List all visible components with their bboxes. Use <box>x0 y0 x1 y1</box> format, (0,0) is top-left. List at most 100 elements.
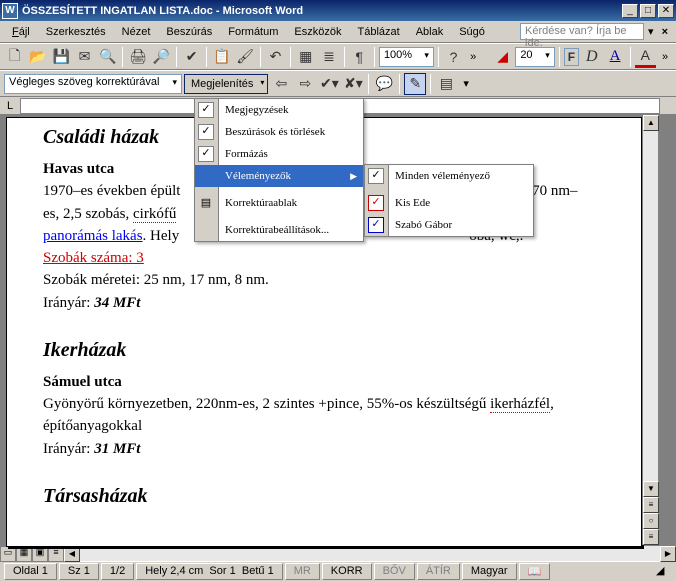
status-page: Oldal 1 <box>4 563 57 580</box>
body-line: Szobák méretei: 25 nm, 17 nm, 8 nm. <box>43 270 625 290</box>
menu-file[interactable]: Fájl <box>4 24 38 40</box>
menu-bar: Fájl Szerkesztés Nézet Beszúrás Formátum… <box>0 21 676 43</box>
minimize-button[interactable]: _ <box>622 4 638 18</box>
toolbar1b-chevron-icon[interactable]: » <box>658 51 672 63</box>
body-line: Irányár: 31 MFt <box>43 439 625 459</box>
undo-icon[interactable]: ↶ <box>265 46 286 68</box>
toolbar1-chevron-icon[interactable]: » <box>466 51 480 63</box>
underline-button[interactable]: A <box>604 46 625 68</box>
status-book-icon[interactable]: 📖 <box>519 563 551 580</box>
ask-help-input[interactable]: Kérdése van? Írja be ide. <box>520 23 644 40</box>
menu-view[interactable]: Nézet <box>114 24 159 40</box>
reviewing-toolbar: Végleges szöveg korrektúrával Megjelenít… <box>0 70 676 97</box>
checkmark-icon: ✓ <box>368 217 384 233</box>
prev-page-icon[interactable]: ≡ <box>643 497 659 513</box>
zoom-dropdown[interactable]: 100% <box>379 47 434 67</box>
reject-change-icon[interactable]: ✘▾ <box>342 73 364 95</box>
menu-separator <box>223 189 359 190</box>
font-color-button[interactable]: A <box>635 46 656 68</box>
menu-edit[interactable]: Szerkesztés <box>38 24 114 40</box>
font-color-swatch-icon[interactable]: ◢ <box>492 46 513 68</box>
menu-item-comments[interactable]: ✓ Megjegyzések <box>195 99 363 121</box>
status-korr[interactable]: KORR <box>322 563 372 580</box>
menu-insert[interactable]: Beszúrás <box>158 24 220 40</box>
reviewer-all[interactable]: ✓ Minden véleményező <box>365 165 533 187</box>
print-view-icon[interactable]: ▣ <box>32 546 48 562</box>
reviewers-submenu: ✓ Minden véleményező ✓ Kis Ede ✓ Szabó G… <box>364 164 534 237</box>
vertical-scrollbar[interactable]: ▲ ▼ ≡ ○ ≡ <box>642 115 658 545</box>
status-mr[interactable]: MR <box>285 563 320 580</box>
show-markup-dropdown[interactable]: Megjelenítés <box>184 74 268 94</box>
open-icon[interactable]: 📂 <box>27 46 48 68</box>
prev-change-icon[interactable]: ⇦ <box>270 73 292 95</box>
menu-item-formatting[interactable]: ✓ Formázás <box>195 143 363 165</box>
search-icon[interactable]: 🔍 <box>97 46 118 68</box>
menu-table[interactable]: Táblázat <box>349 24 407 40</box>
body-line: Irányár: 34 MFt <box>43 293 625 313</box>
reviewer-szabo-gabor[interactable]: ✓ Szabó Gábor <box>365 214 533 236</box>
window-title: ÖSSZESÍTETT INGATLAN LISTA.doc - Microso… <box>22 5 620 17</box>
menu-format[interactable]: Formátum <box>220 24 286 40</box>
scroll-left-icon[interactable]: ◀ <box>64 546 80 562</box>
menu-item-reviewing-pane[interactable]: ▤ Korrektúraablak <box>195 192 363 214</box>
body-line: építőanyagokkal <box>43 416 625 436</box>
bold-button[interactable]: F <box>564 48 579 66</box>
resize-grip-icon[interactable]: ◢ <box>656 564 672 580</box>
scroll-up-icon[interactable]: ▲ <box>643 115 659 131</box>
fontsize-dropdown[interactable]: 20 <box>515 47 554 67</box>
accept-change-icon[interactable]: ✔▾ <box>318 73 340 95</box>
reviewing-pane-icon[interactable]: ▤ <box>435 73 457 95</box>
doc-close-button[interactable]: × <box>658 26 672 38</box>
menu-chevron-icon[interactable]: ▾ <box>644 25 658 38</box>
status-bov[interactable]: BŐV <box>374 563 415 580</box>
next-page-icon[interactable]: ≡ <box>643 529 659 545</box>
window-titlebar: W ÖSSZESÍTETT INGATLAN LISTA.doc - Micro… <box>0 0 676 21</box>
heading-twin: Ikerházak <box>43 339 625 362</box>
spellcheck-icon[interactable]: ✔ <box>181 46 202 68</box>
menu-window[interactable]: Ablak <box>408 24 452 40</box>
columns-icon[interactable]: ≣ <box>318 46 339 68</box>
save-icon[interactable]: 💾 <box>51 46 72 68</box>
menu-item-reviewers[interactable]: Véleményezők ▶ <box>195 165 363 187</box>
menu-item-insertions[interactable]: ✓ Beszúrások és törlések <box>195 121 363 143</box>
new-doc-icon[interactable]: 🗋 <box>4 46 25 68</box>
format-painter-icon[interactable]: 🖌 <box>235 46 256 68</box>
insert-table-icon[interactable]: ▦ <box>295 46 316 68</box>
web-view-icon[interactable]: ▦ <box>16 546 32 562</box>
heading-apartments: Társasházak <box>43 485 625 508</box>
menu-help[interactable]: Súgó <box>451 24 493 40</box>
track-changes-icon[interactable]: ✎ <box>404 73 426 95</box>
scroll-down-icon[interactable]: ▼ <box>643 481 659 497</box>
print-icon[interactable]: 🖨 <box>127 46 148 68</box>
horizontal-scrollbar[interactable]: ▭ ▦ ▣ ≡ ◀ ▶ <box>0 545 676 561</box>
menu-tools[interactable]: Eszközök <box>286 24 349 40</box>
toolbar2-chevron-icon[interactable]: ▾ <box>459 77 473 90</box>
view-switcher: ▭ ▦ ▣ ≡ <box>0 546 64 561</box>
menu-separator <box>223 216 359 217</box>
status-atir[interactable]: ÁTÍR <box>417 563 460 580</box>
show-markup-menu: ✓ Megjegyzések ✓ Beszúrások és törlések … <box>194 98 364 242</box>
display-mode-dropdown[interactable]: Végleges szöveg korrektúrával <box>4 74 182 94</box>
menu-item-options[interactable]: Korrektúrabeállítások... <box>195 219 363 241</box>
browse-object-icon[interactable]: ○ <box>643 513 659 529</box>
status-section: Sz 1 <box>59 563 99 580</box>
scroll-right-icon[interactable]: ▶ <box>660 546 676 562</box>
status-pages: 1/2 <box>101 563 134 580</box>
new-comment-icon[interactable]: 💬 <box>373 73 395 95</box>
tab-selector-icon[interactable]: L <box>0 100 20 112</box>
mail-icon[interactable]: ✉ <box>74 46 95 68</box>
outline-view-icon[interactable]: ≡ <box>48 546 64 562</box>
next-change-icon[interactable]: ⇨ <box>294 73 316 95</box>
paragraph-icon[interactable]: ¶ <box>349 46 370 68</box>
close-button[interactable]: ✕ <box>658 4 674 18</box>
preview-icon[interactable]: 🔎 <box>151 46 172 68</box>
status-language[interactable]: Magyar <box>462 563 517 580</box>
help-icon[interactable]: ? <box>443 46 464 68</box>
normal-view-icon[interactable]: ▭ <box>0 546 16 562</box>
maximize-button[interactable]: □ <box>640 4 656 18</box>
paste-icon[interactable]: 📋 <box>211 46 232 68</box>
reviewer-kis-ede[interactable]: ✓ Kis Ede <box>365 192 533 214</box>
standard-toolbar: 🗋 📂 💾 ✉ 🔍 🖨 🔎 ✔ 📋 🖌 ↶ ▦ ≣ ¶ 100% ? » ◢ 2… <box>0 43 676 70</box>
checkmark-icon: ✓ <box>368 195 384 211</box>
italic-button[interactable]: D <box>581 46 602 68</box>
